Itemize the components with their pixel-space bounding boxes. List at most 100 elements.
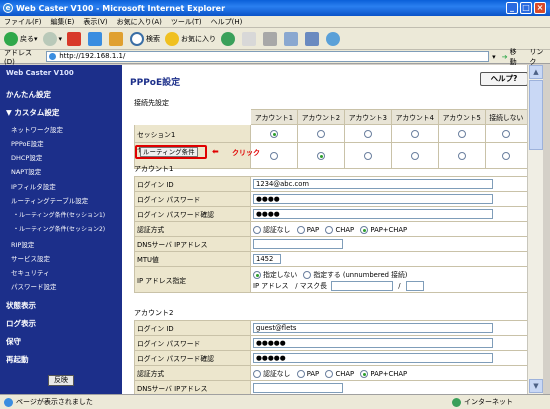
sidebar-maintenance[interactable]: 保守 (0, 336, 21, 347)
account1-auth-none-radio[interactable] (253, 226, 261, 234)
account2-auth-pap-radio[interactable] (296, 370, 305, 378)
messenger-button[interactable] (326, 31, 342, 46)
connection-section-label: 接続先設定 (134, 99, 169, 107)
edit-button[interactable] (284, 31, 300, 46)
sidebar: Web Caster V100 かんたん設定 ▼ カスタム設定 ネットワーク設定… (0, 65, 122, 394)
zone-text: インターネット (464, 398, 513, 406)
session2-account1-radio[interactable] (269, 151, 278, 160)
sidebar-restart[interactable]: 再起動 (0, 354, 29, 365)
refresh-button[interactable] (88, 31, 104, 46)
sidebar-item-napt[interactable]: NAPT設定 (0, 166, 41, 176)
go-button[interactable]: 移動 (510, 47, 524, 67)
sidebar-item-dhcp[interactable]: DHCP設定 (0, 152, 42, 162)
home-button[interactable] (109, 31, 125, 46)
header-no-connect: 接続しない (484, 109, 527, 125)
account1-dns-input[interactable] (253, 239, 343, 249)
sidebar-item-password[interactable]: パスワード設定 (0, 281, 57, 291)
scroll-down-icon[interactable]: ▼ (529, 379, 543, 393)
help-button[interactable]: ヘルプ? (480, 72, 527, 86)
session2-account3-radio[interactable] (363, 151, 372, 160)
print-button[interactable] (263, 31, 279, 46)
session2-noconnect-radio[interactable] (502, 151, 511, 160)
session1-account1-radio[interactable] (269, 129, 278, 138)
sidebar-status[interactable]: 状態表示 (0, 300, 36, 311)
account1-password-confirm-input[interactable]: ●●●● (253, 209, 493, 219)
account2-dns-label: DNSサーバ IPアドレス (134, 380, 251, 394)
account1-ip-none-radio[interactable] (253, 270, 261, 279)
account1-login-id-input[interactable]: 1234@abc.com (253, 179, 493, 189)
address-label: アドレス(D) (4, 48, 32, 66)
history-button[interactable] (221, 31, 237, 46)
account2-auth-papchap-radio[interactable] (360, 370, 369, 378)
account2-auth-none-radio[interactable] (253, 370, 261, 378)
account1-ip-unnumbered-radio[interactable] (303, 270, 312, 279)
mail-button[interactable] (242, 31, 258, 46)
favorites-button[interactable]: お気に入り (165, 31, 216, 46)
session2-account4-radio[interactable] (410, 151, 419, 160)
account1-auth-pap-radio[interactable] (296, 226, 305, 234)
session2-account5-radio[interactable] (457, 151, 466, 160)
account2-dns-input[interactable] (253, 383, 343, 393)
sidebar-item-network[interactable]: ネットワーク設定 (0, 124, 63, 134)
window-frame-right (543, 65, 550, 394)
account1-mtu-input[interactable]: 1452 (253, 254, 281, 264)
sidebar-custom-setup[interactable]: ▼ カスタム設定 (0, 107, 59, 118)
session1-account4-radio[interactable] (410, 129, 419, 138)
address-dropdown-icon[interactable]: ▾ (492, 53, 496, 61)
account1-mask-length-input[interactable] (405, 280, 424, 291)
account2-password-confirm-input[interactable]: ●●●●● (253, 353, 493, 363)
scroll-thumb[interactable] (529, 80, 543, 150)
go-arrow-icon[interactable]: ➔ (502, 53, 508, 61)
sidebar-log[interactable]: ログ表示 (0, 318, 36, 329)
status-text: ページが表示されました (16, 398, 93, 406)
account1-dns-label: DNSサーバ IPアドレス (134, 236, 251, 252)
account2-password-confirm-label: ログイン パスワード確認 (134, 350, 251, 366)
menu-help[interactable]: ヘルプ(H) (211, 17, 243, 27)
session1-account2-radio[interactable] (316, 129, 325, 138)
sidebar-item-security[interactable]: セキュリティ (0, 267, 50, 277)
menu-favorites[interactable]: お気に入り(A) (117, 17, 162, 27)
vertical-scrollbar[interactable]: ▲ ▼ (527, 65, 543, 394)
account1-auth-papchap-radio[interactable] (360, 226, 369, 234)
minimize-button[interactable]: _ (506, 2, 518, 14)
menu-file[interactable]: ファイル(F) (4, 17, 42, 27)
account1-password-input[interactable]: ●●●● (253, 194, 493, 204)
sidebar-item-service[interactable]: サービス設定 (0, 253, 50, 263)
session2-account2-radio[interactable] (316, 151, 325, 160)
session1-account5-radio[interactable] (457, 129, 466, 138)
menu-tools[interactable]: ツール(T) (171, 17, 202, 27)
account2-auth-chap-radio[interactable] (325, 370, 334, 378)
search-button[interactable]: 検索 (130, 31, 160, 46)
account1-ip-address-input[interactable] (331, 280, 394, 291)
discuss-button[interactable] (305, 31, 321, 46)
account1-ip-mask-label: IP アドレス / マスク長 (253, 281, 327, 290)
account2-auth-label: 認証方式 (134, 365, 251, 381)
close-button[interactable]: × (534, 2, 546, 14)
sidebar-item-ipfilter[interactable]: IPフィルタ設定 (0, 181, 56, 191)
apply-button[interactable]: 反映 (48, 375, 74, 386)
session1-noconnect-radio[interactable] (502, 129, 511, 138)
scroll-up-icon[interactable]: ▲ (529, 65, 543, 79)
forward-button[interactable]: ▾ (42, 31, 62, 46)
sidebar-quick-setup[interactable]: かんたん設定 (0, 89, 51, 100)
account1-auth-chap-radio[interactable] (325, 226, 334, 234)
maximize-button[interactable]: □ (520, 2, 532, 14)
address-input[interactable]: http://192.168.1.1/ (46, 51, 490, 62)
stop-button[interactable] (67, 31, 83, 46)
sidebar-item-routing-session1[interactable]: ・ルーティング条件(セッション1) (0, 210, 105, 219)
arrow-left-icon: ⬅ (212, 147, 219, 156)
session1-account3-radio[interactable] (363, 129, 372, 138)
sidebar-item-routing-session2[interactable]: ・ルーティング条件(セッション2) (0, 224, 105, 233)
account2-password-input[interactable]: ●●●●● (253, 338, 493, 348)
sidebar-item-routing-table[interactable]: ルーティングテーブル設定 (0, 195, 88, 205)
sidebar-item-rip[interactable]: RIP設定 (0, 239, 34, 249)
sidebar-item-pppoe[interactable]: PPPoE設定 (0, 138, 44, 148)
back-button[interactable]: 戻る ▾ (4, 31, 38, 46)
account1-password-confirm-label: ログイン パスワード確認 (134, 206, 251, 222)
links-button[interactable]: リンク (529, 47, 550, 67)
menu-view[interactable]: 表示(V) (83, 17, 107, 27)
account1-table: ログイン ID 1234@abc.com ログイン パスワード ●●●● ログイ… (134, 176, 527, 293)
menu-edit[interactable]: 編集(E) (51, 17, 75, 27)
routing-condition-button[interactable]: ルーティング条件 (140, 147, 198, 157)
account2-login-id-input[interactable]: guest@flets (253, 323, 493, 333)
